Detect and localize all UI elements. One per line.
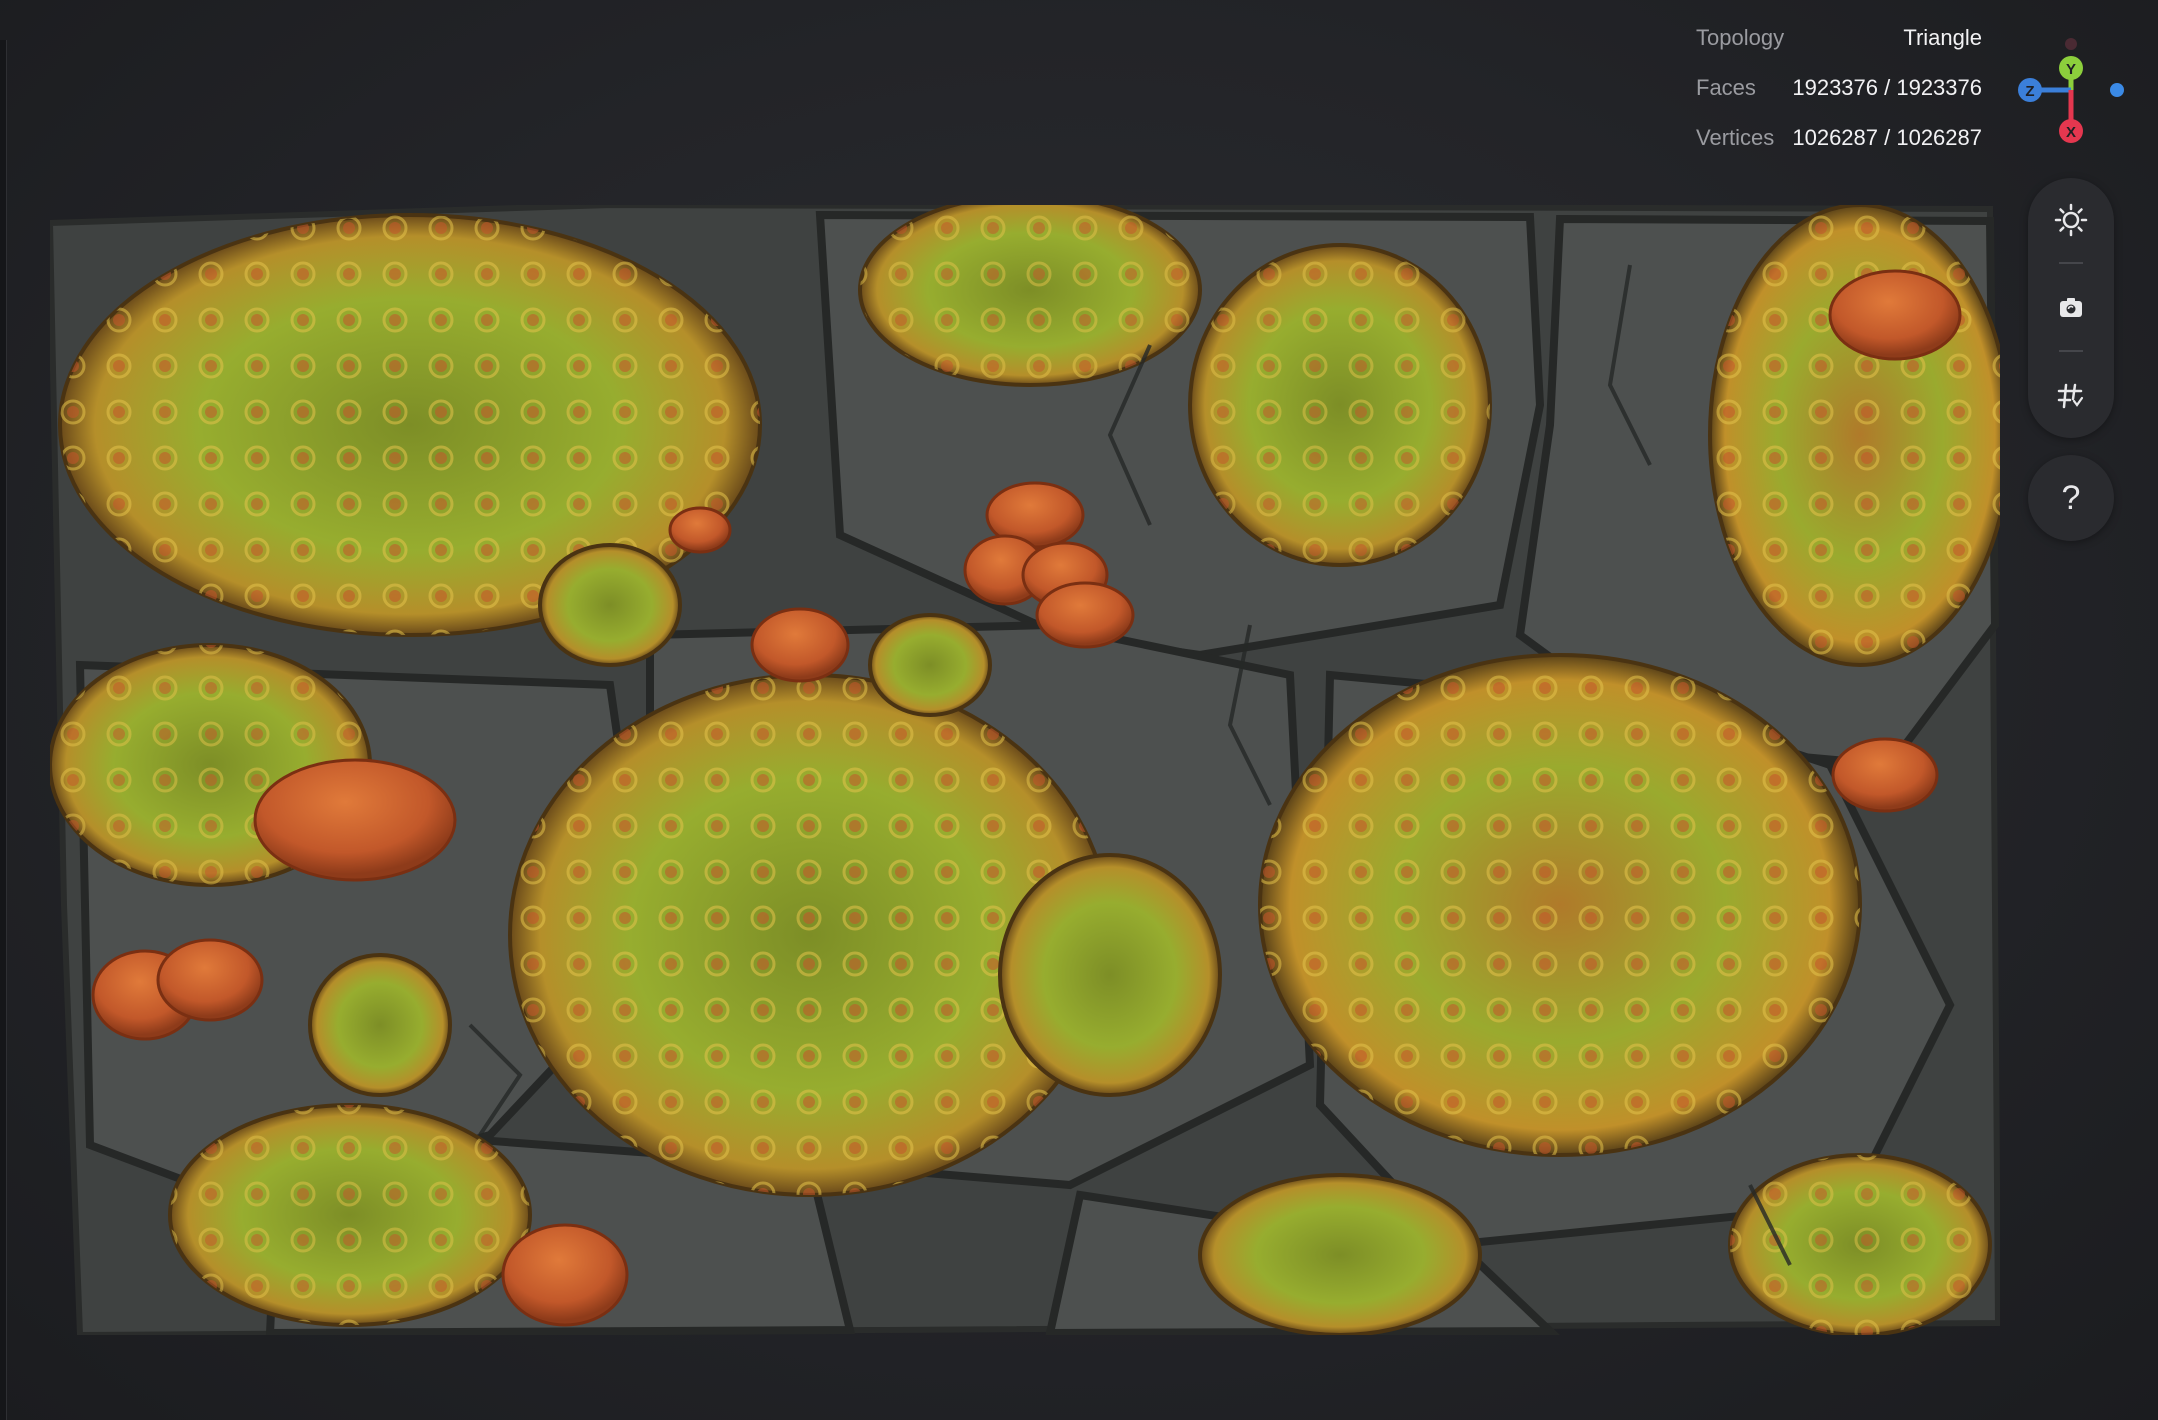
lichen-colony <box>868 613 992 717</box>
mushroom-cap <box>668 506 732 554</box>
wireframe-button[interactable] <box>2041 366 2101 426</box>
axis-gizmo[interactable]: Y Z X <box>2005 30 2135 150</box>
stat-row-faces: Faces 1923376 / 1923376 <box>1690 70 1990 120</box>
viewer-toolbar <box>2028 178 2114 438</box>
sun-icon <box>2054 203 2088 237</box>
vertices-value: 1026287 / 1026287 <box>1792 125 1982 150</box>
lichen-colony <box>1260 655 1860 1155</box>
lichen-colony <box>170 1105 530 1325</box>
mushroom-cap <box>1828 269 1962 361</box>
topology-value: Triangle <box>1903 25 1982 50</box>
lichen-colony <box>1190 245 1490 565</box>
axis-y-label: Y <box>2066 61 2076 78</box>
lichen-colony <box>998 853 1222 1097</box>
toolbar-divider <box>2059 350 2083 352</box>
axis-neg-y-dot[interactable] <box>2065 38 2077 50</box>
lichen-colony <box>1710 205 2000 665</box>
topology-label: Topology <box>1696 25 1785 50</box>
vertices-label: Vertices <box>1696 125 1775 150</box>
mushroom-cap <box>1831 737 1939 813</box>
lichen-colony <box>1198 1173 1482 1335</box>
lichen-colony <box>538 543 682 667</box>
camera-icon <box>2060 298 2082 317</box>
stat-row-topology: Topology Triangle <box>1690 20 1990 70</box>
screenshot-button[interactable] <box>2041 278 2101 338</box>
mushroom-cap <box>501 1223 629 1327</box>
grid-icon <box>2057 383 2084 409</box>
lichen-colony <box>1730 1155 1990 1335</box>
mushroom-cap <box>1035 581 1135 649</box>
3d-model-render[interactable] <box>50 205 2000 1335</box>
lighting-button[interactable] <box>2041 190 2101 250</box>
faces-label: Faces <box>1696 75 1756 100</box>
stat-row-vertices: Vertices 1026287 / 1026287 <box>1690 120 1990 170</box>
mushroom-cap <box>750 607 850 683</box>
faces-value: 1923376 / 1923376 <box>1792 75 1982 100</box>
lichen-colony <box>308 953 452 1097</box>
mushroom-cap <box>253 758 457 882</box>
help-icon: ? <box>2061 478 2081 517</box>
axis-z-handle[interactable]: Z <box>2018 78 2042 102</box>
viewport-left-border <box>0 40 7 1420</box>
mushroom-cap <box>156 938 264 1022</box>
axis-neg-z-dot[interactable] <box>2110 83 2124 97</box>
axis-y-handle[interactable]: Y <box>2059 56 2083 80</box>
axis-x-label: X <box>2066 124 2076 141</box>
axis-z-label: Z <box>2025 83 2034 100</box>
mesh-stats-panel: Topology Triangle Faces 1923376 / 192337… <box>1690 20 1990 170</box>
toolbar-divider <box>2059 262 2083 264</box>
axis-x-handle[interactable]: X <box>2059 119 2083 143</box>
3d-viewport[interactable]: Topology Triangle Faces 1923376 / 192337… <box>0 0 2158 1420</box>
help-button[interactable]: ? <box>2028 455 2114 541</box>
